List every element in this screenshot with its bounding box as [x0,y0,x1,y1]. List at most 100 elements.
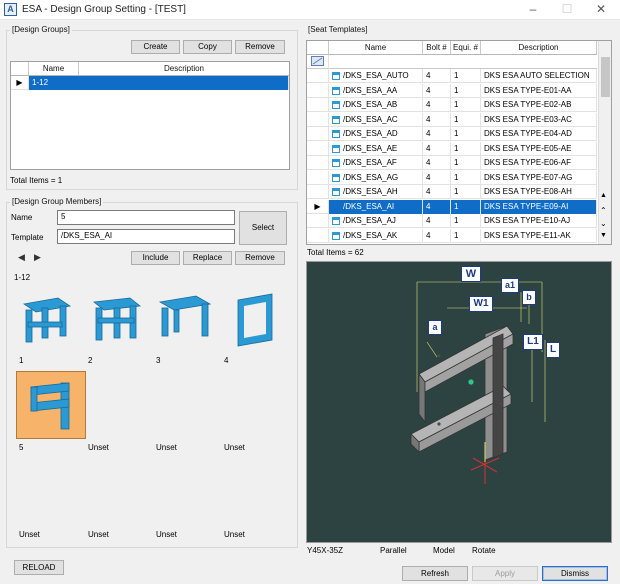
scroll-top-icon[interactable]: ▲ [600,192,607,199]
bolt-count-cell[interactable]: 4 [423,228,451,243]
seat-grid-scrollbar[interactable]: ▲ ⌃ ⌄ ▼ [598,41,611,244]
include-button[interactable]: Include [131,251,180,265]
equi-count-cell[interactable]: 1 [451,98,481,112]
bolt-count-cell[interactable]: 4 [423,127,451,141]
equi-count-cell[interactable]: 1 [451,156,481,170]
bolt-count-cell[interactable]: 4 [423,214,451,228]
member-thumb-bracket-icon[interactable] [88,290,146,348]
template-name-cell[interactable]: /DKS_ESA_AC [329,112,423,127]
remove-group-button[interactable]: Remove [235,40,285,54]
bolt-count-cell[interactable]: 4 [423,112,451,127]
bolt-count-cell[interactable]: 4 [423,170,451,185]
template-name-cell[interactable]: /DKS_ESA_AJ [329,214,423,228]
close-button[interactable]: ✕ [584,0,618,20]
dismiss-button[interactable]: Dismiss [542,566,608,581]
table-row[interactable]: /DKS_ESA_AUTO 4 1 DKS ESA AUTO SELECTION [307,69,597,83]
template-description-cell[interactable]: DKS ESA TYPE-E03-AC [481,112,597,127]
template-name-cell[interactable]: /DKS_ESA_AH [329,185,423,199]
select-button[interactable]: Select [239,211,287,245]
table-row[interactable]: /DKS_ESA_AG 4 1 DKS ESA TYPE-E07-AG [307,170,597,185]
member-thumb-frame-icon[interactable] [18,290,76,348]
refresh-button[interactable]: Refresh [402,566,468,581]
bolt-count-cell[interactable]: 4 [423,83,451,98]
table-row[interactable]: /DKS_ESA_AK 4 1 DKS ESA TYPE-E11-AK [307,228,597,243]
template-name-cell[interactable]: /DKS_ESA_AK [329,228,423,243]
template-description-cell[interactable]: DKS ESA TYPE-E05-AE [481,141,597,156]
member-thumb-window-icon[interactable] [226,290,284,348]
reload-button[interactable]: RELOAD [14,560,64,575]
table-row[interactable]: /DKS_ESA_AB 4 1 DKS ESA TYPE-E02-AB [307,98,597,112]
template-name-cell[interactable]: /DKS_ESA_AG [329,170,423,185]
equi-count-cell[interactable]: 1 [451,69,481,83]
name-input[interactable]: 5 [57,210,235,225]
equi-count-cell[interactable]: 1 [451,185,481,199]
table-row[interactable]: ▶/DKS_ESA_AI 4 1 DKS ESA TYPE-E09-AI [307,199,597,214]
table-row[interactable]: /DKS_ESA_AJ 4 1 DKS ESA TYPE-E10-AJ [307,214,597,228]
member-label: Unset [19,530,40,539]
equi-count-cell[interactable]: 1 [451,228,481,243]
table-row[interactable]: /DKS_ESA_AH 4 1 DKS ESA TYPE-E08-AH [307,185,597,199]
template-name-cell[interactable]: /DKS_ESA_AF [329,156,423,170]
bolt-count-cell[interactable]: 4 [423,185,451,199]
template-input[interactable]: /DKS_ESA_AI [57,229,235,244]
bolt-count-cell[interactable]: 4 [423,98,451,112]
row-header-corner [11,62,29,76]
equi-count-cell[interactable]: 1 [451,83,481,98]
create-button[interactable]: Create [131,40,180,54]
template-description-cell[interactable]: DKS ESA TYPE-E07-AG [481,170,597,185]
view-projection[interactable]: Parallel [380,546,407,555]
template-description-cell[interactable]: DKS ESA TYPE-E11-AK [481,228,597,243]
equi-count-cell[interactable]: 1 [451,112,481,127]
scrollbar-thumb[interactable] [601,57,610,97]
bolt-count-cell[interactable]: 4 [423,199,451,214]
table-row[interactable]: ▶ 1-12 [11,76,289,90]
bolt-count-cell[interactable]: 4 [423,69,451,83]
equi-count-cell[interactable]: 1 [451,170,481,185]
next-member-icon[interactable]: ▶ [34,252,41,263]
template-description-cell[interactable]: DKS ESA TYPE-E08-AH [481,185,597,199]
template-description-cell[interactable]: DKS ESA TYPE-E02-AB [481,98,597,112]
model-preview-viewport[interactable]: W W1 a1 b a L1 L [306,261,612,543]
equi-count-cell[interactable]: 1 [451,141,481,156]
table-row[interactable]: /DKS_ESA_AC 4 1 DKS ESA TYPE-E03-AC [307,112,597,127]
member-slot-selected[interactable] [16,371,86,439]
template-description-cell[interactable]: DKS ESA TYPE-E09-AI [481,199,597,214]
apply-button[interactable]: Apply [472,566,538,581]
bolt-count-cell[interactable]: 4 [423,156,451,170]
view-mode[interactable]: Model [433,546,455,555]
remove-member-button[interactable]: Remove [235,251,285,265]
bolt-count-cell[interactable]: 4 [423,141,451,156]
maximize-button[interactable]: ☐ [550,0,584,20]
replace-button[interactable]: Replace [183,251,232,265]
row-header-corner [307,41,329,55]
table-row[interactable]: /DKS_ESA_AD 4 1 DKS ESA TYPE-E04-AD [307,127,597,141]
equi-count-cell[interactable]: 1 [451,199,481,214]
template-description-cell[interactable]: DKS ESA TYPE-E04-AD [481,127,597,141]
scroll-up-icon[interactable]: ⌃ [600,206,607,215]
template-name-cell[interactable]: /DKS_ESA_AA [329,83,423,98]
table-row[interactable]: /DKS_ESA_AF 4 1 DKS ESA TYPE-E06-AF [307,156,597,170]
equi-count-cell[interactable]: 1 [451,214,481,228]
template-name-cell[interactable]: /DKS_ESA_AUTO [329,69,423,83]
template-name-cell[interactable]: /DKS_ESA_AB [329,98,423,112]
template-name-cell[interactable]: /DKS_ESA_AE [329,141,423,156]
equi-count-cell[interactable]: 1 [451,127,481,141]
copy-button[interactable]: Copy [183,40,232,54]
group-name-cell[interactable]: 1-12 [29,76,289,90]
view-action[interactable]: Rotate [472,546,496,555]
member-thumb-table-icon[interactable] [156,290,214,348]
table-row[interactable]: /DKS_ESA_AA 4 1 DKS ESA TYPE-E01-AA [307,83,597,98]
template-description-cell[interactable]: DKS ESA TYPE-E01-AA [481,83,597,98]
template-name-cell[interactable]: /DKS_ESA_AI [329,199,423,214]
filter-icon[interactable] [307,55,329,69]
member-label: 4 [224,356,229,365]
template-description-cell[interactable]: DKS ESA AUTO SELECTION [481,69,597,83]
template-name-cell[interactable]: /DKS_ESA_AD [329,127,423,141]
table-row[interactable]: /DKS_ESA_AE 4 1 DKS ESA TYPE-E05-AE [307,141,597,156]
scroll-bottom-icon[interactable]: ▼ [600,232,607,239]
minimize-button[interactable]: – [516,0,550,20]
prev-member-icon[interactable]: ◀ [18,252,25,263]
template-description-cell[interactable]: DKS ESA TYPE-E06-AF [481,156,597,170]
template-description-cell[interactable]: DKS ESA TYPE-E10-AJ [481,214,597,228]
scroll-down-icon[interactable]: ⌄ [600,219,607,228]
